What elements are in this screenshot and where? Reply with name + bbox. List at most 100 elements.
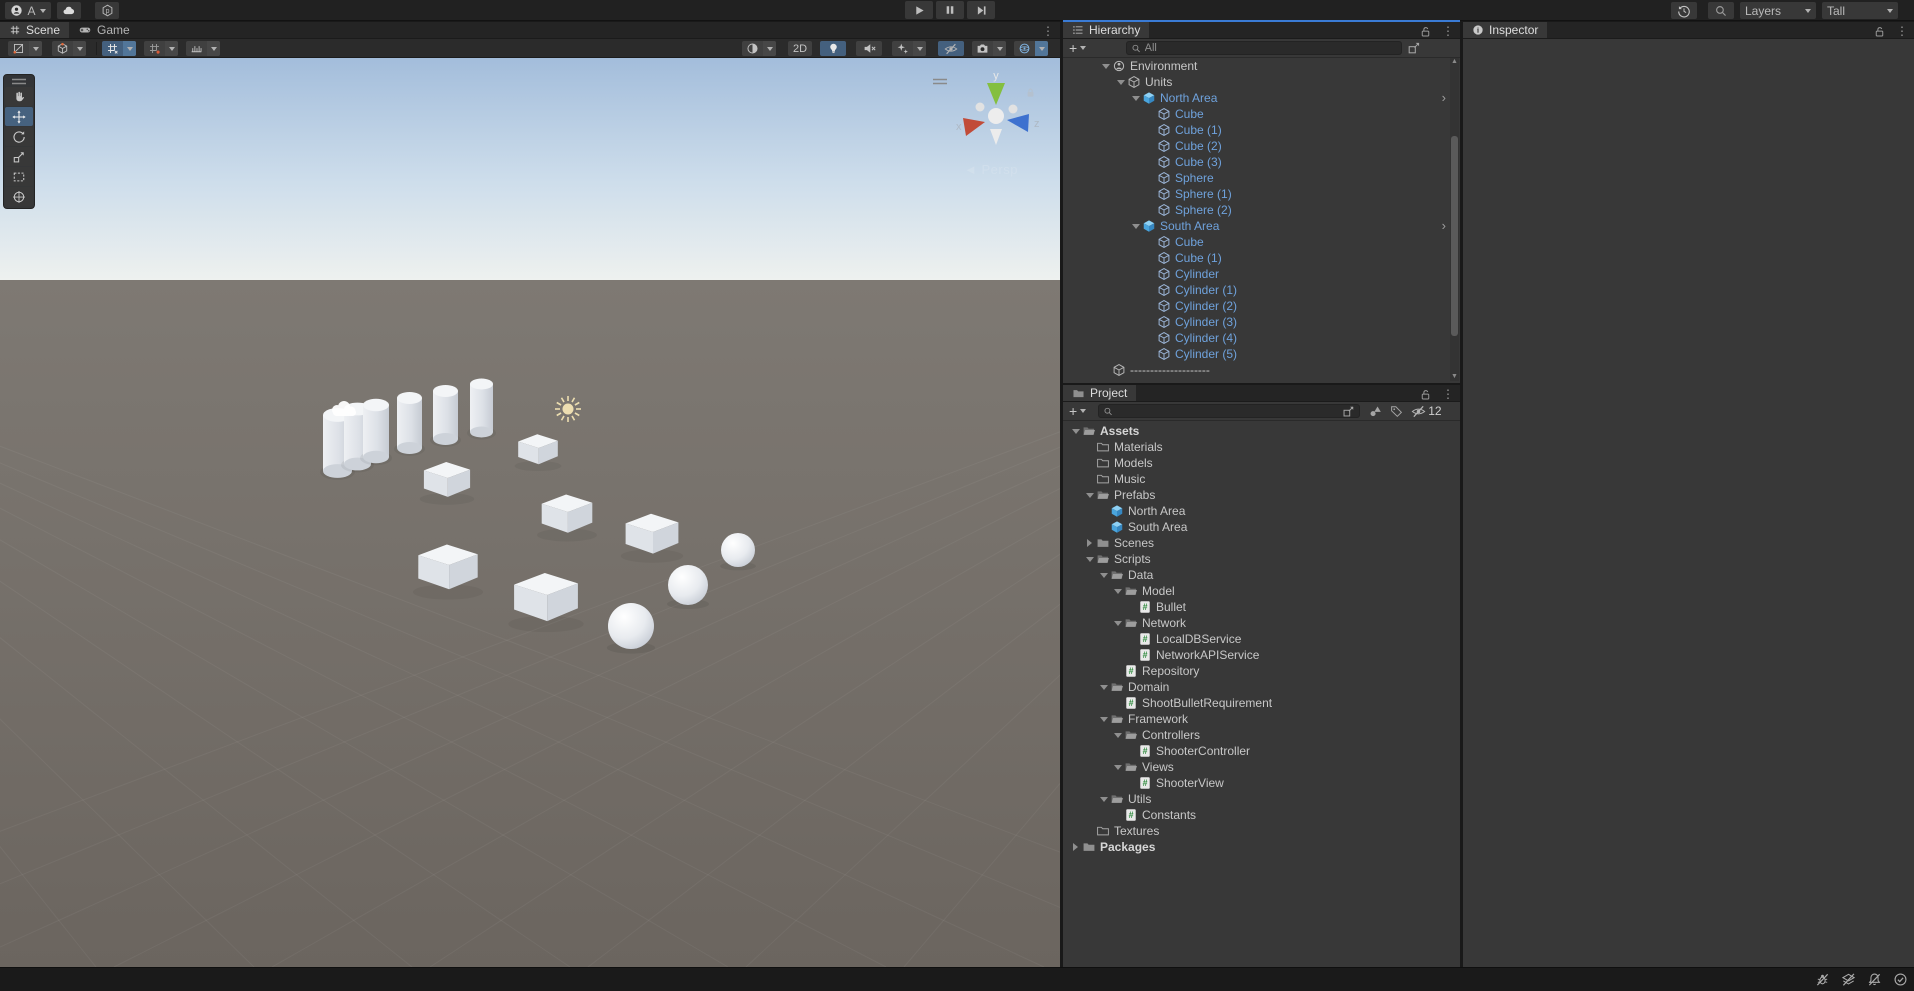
hand-tool-button[interactable] xyxy=(5,87,33,106)
hierarchy-item[interactable]: Cylinder (2) xyxy=(1063,298,1460,314)
hierarchy-item[interactable]: Environment xyxy=(1063,58,1460,74)
cloud-services-button[interactable] xyxy=(57,2,81,19)
project-item[interactable]: Model xyxy=(1063,583,1460,599)
project-item[interactable]: Utils xyxy=(1063,791,1460,807)
gizmos-dropdown[interactable] xyxy=(1014,41,1048,56)
cache-server-disabled-icon[interactable] xyxy=(1841,972,1856,987)
overlay-drag-handle[interactable] xyxy=(5,77,33,86)
expand-arrow[interactable] xyxy=(1097,679,1110,695)
picker-icon[interactable] xyxy=(1342,405,1355,418)
layout-dropdown[interactable]: Tall xyxy=(1822,2,1898,19)
project-kebab-icon[interactable]: ⋮ xyxy=(1442,387,1454,401)
scale-tool-button[interactable] xyxy=(5,147,33,166)
expand-arrow[interactable] xyxy=(1097,791,1110,807)
expand-arrow[interactable] xyxy=(1069,839,1082,855)
scrollbar-thumb[interactable] xyxy=(1451,136,1458,336)
project-item[interactable]: NetworkAPIService xyxy=(1063,647,1460,663)
scene-lighting-toggle[interactable] xyxy=(820,41,846,56)
expand-arrow[interactable] xyxy=(1111,759,1124,775)
scroll-down-arrow[interactable]: ▼ xyxy=(1450,373,1459,381)
move-tool-button[interactable] xyxy=(5,107,33,126)
shading-mode-dropdown[interactable] xyxy=(742,41,776,56)
hierarchy-picker-button[interactable] xyxy=(1407,41,1421,55)
create-asset-button[interactable]: + xyxy=(1069,404,1087,418)
hierarchy-item[interactable]: Cube xyxy=(1063,106,1460,122)
project-item[interactable]: Controllers xyxy=(1063,727,1460,743)
search-button[interactable] xyxy=(1708,2,1734,19)
inspector-kebab-icon[interactable]: ⋮ xyxy=(1896,24,1908,38)
tab-scene[interactable]: Scene xyxy=(0,22,70,38)
expand-arrow[interactable] xyxy=(1129,218,1142,234)
hierarchy-item[interactable]: Sphere (1) xyxy=(1063,186,1460,202)
axis-z-cone[interactable] xyxy=(1007,114,1029,132)
orientation-gizmo[interactable]: y x z xyxy=(950,70,1042,162)
hierarchy-kebab-icon[interactable]: ⋮ xyxy=(1442,24,1454,38)
project-item[interactable]: ShootBulletRequirement xyxy=(1063,695,1460,711)
project-search-field[interactable] xyxy=(1098,404,1361,418)
hierarchy-item[interactable]: Cylinder xyxy=(1063,266,1460,282)
transform-tool-button[interactable] xyxy=(5,187,33,206)
hierarchy-item[interactable]: Cube (1) xyxy=(1063,122,1460,138)
perspective-label[interactable]: ◄ Persp xyxy=(964,162,1018,177)
snap-increment-dropdown[interactable] xyxy=(144,41,178,56)
2d-toggle[interactable]: 2D xyxy=(788,41,812,56)
project-item[interactable]: ShooterView xyxy=(1063,775,1460,791)
prefab-open-chevron[interactable]: › xyxy=(1442,90,1446,106)
hierarchy-item[interactable]: Sphere (2) xyxy=(1063,202,1460,218)
scroll-up-arrow[interactable]: ▲ xyxy=(1450,58,1459,66)
layers-dropdown[interactable]: Layers xyxy=(1740,2,1816,19)
play-button[interactable] xyxy=(905,1,933,19)
project-item[interactable]: Scenes xyxy=(1063,535,1460,551)
project-item[interactable]: Repository xyxy=(1063,663,1460,679)
expand-arrow[interactable] xyxy=(1083,551,1096,567)
expand-arrow[interactable] xyxy=(1111,727,1124,743)
expand-arrow[interactable] xyxy=(1114,74,1127,90)
project-item[interactable]: Domain xyxy=(1063,679,1460,695)
expand-arrow[interactable] xyxy=(1083,535,1096,551)
expand-arrow[interactable] xyxy=(1099,58,1112,74)
create-object-button[interactable]: + xyxy=(1069,41,1087,55)
hierarchy-item[interactable]: Cylinder (1) xyxy=(1063,282,1460,298)
tab-game[interactable]: Game xyxy=(69,22,139,38)
measure-dropdown[interactable] xyxy=(186,41,220,56)
expand-arrow[interactable] xyxy=(1097,711,1110,727)
project-item[interactable]: Scripts xyxy=(1063,551,1460,567)
hierarchy-item[interactable]: Units xyxy=(1063,74,1460,90)
project-item[interactable]: Network xyxy=(1063,615,1460,631)
project-item[interactable]: Textures xyxy=(1063,823,1460,839)
debugger-detached-icon[interactable] xyxy=(1815,972,1830,987)
axis-y-cone[interactable] xyxy=(987,83,1005,105)
plastic-scm-button[interactable] xyxy=(95,2,119,19)
project-item[interactable]: Bullet xyxy=(1063,599,1460,615)
lock-icon[interactable] xyxy=(1873,25,1886,38)
lock-icon[interactable] xyxy=(1419,25,1432,38)
expand-arrow[interactable] xyxy=(1097,567,1110,583)
axis-x-cone[interactable] xyxy=(963,118,985,136)
project-item[interactable]: North Area xyxy=(1063,503,1460,519)
camera-settings-dropdown[interactable] xyxy=(972,41,1006,56)
tab-inspector[interactable]: Inspector xyxy=(1463,22,1548,38)
step-button[interactable] xyxy=(967,1,995,19)
progress-ok-icon[interactable] xyxy=(1893,972,1908,987)
orientation-overlay-handle[interactable] xyxy=(932,78,948,85)
grid-snapping-toggle[interactable] xyxy=(102,41,136,56)
rotate-tool-button[interactable] xyxy=(5,127,33,146)
hierarchy-search-field[interactable] xyxy=(1126,41,1403,55)
search-by-label-button[interactable] xyxy=(1390,405,1403,418)
account-button[interactable]: A xyxy=(5,2,51,19)
notifications-muted-icon[interactable] xyxy=(1867,972,1882,987)
project-item[interactable]: Constants xyxy=(1063,807,1460,823)
scene-viewport[interactable]: y x z ◄ Persp xyxy=(0,58,1060,967)
hierarchy-item[interactable]: Cube (1) xyxy=(1063,250,1460,266)
tool-handle-position-dropdown[interactable] xyxy=(8,41,42,56)
project-item[interactable]: Data xyxy=(1063,567,1460,583)
tool-handle-rotation-dropdown[interactable] xyxy=(52,41,86,56)
lock-icon[interactable] xyxy=(1419,388,1432,401)
hierarchy-item[interactable]: -------------------- xyxy=(1063,362,1460,378)
project-item[interactable]: Music xyxy=(1063,471,1460,487)
undo-history-button[interactable] xyxy=(1671,2,1697,19)
project-search-input[interactable] xyxy=(1116,405,1340,417)
hierarchy-item[interactable]: South Area › xyxy=(1063,218,1460,234)
expand-arrow[interactable] xyxy=(1111,615,1124,631)
project-item[interactable]: Assets xyxy=(1063,423,1460,439)
